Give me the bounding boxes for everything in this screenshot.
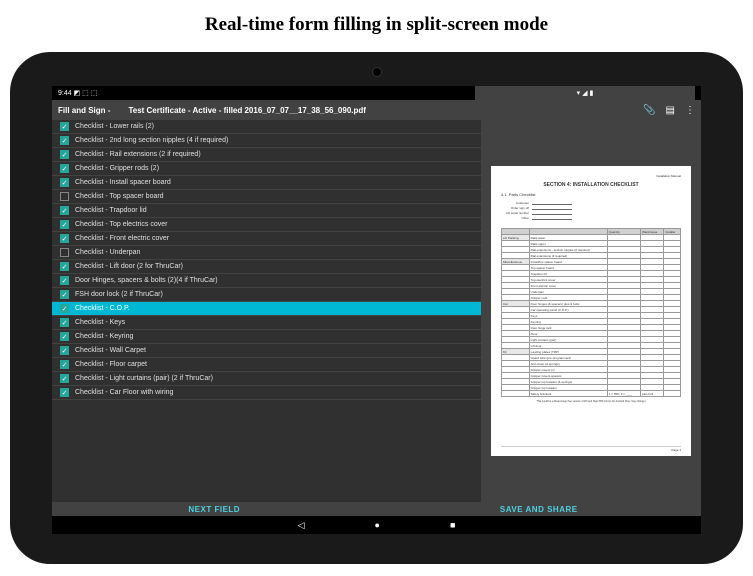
- pdf-disclaimer: This could be a fill-and-sign free versi…: [501, 400, 681, 403]
- checklist-row[interactable]: ✓ FSH door lock (2 if ThruCar): [52, 288, 481, 302]
- checklist-label: FSH door lock (2 if ThruCar): [75, 291, 163, 298]
- checklist-label: Checklist - Top electrics cover: [75, 221, 167, 228]
- pdf-table: QuantityWarehouseInstallerLift PackingRa…: [501, 228, 681, 397]
- checklist-label: Checklist - Lower rails (2): [75, 123, 154, 130]
- checkbox[interactable]: ✓: [60, 234, 69, 243]
- checklist-row[interactable]: ✓ Checklist - Lift door (2 for ThruCar): [52, 260, 481, 274]
- checkbox[interactable]: [60, 192, 69, 201]
- checklist-row[interactable]: Checklist - Underpan: [52, 246, 481, 260]
- checklist-label: Checklist - C.O.P.: [75, 305, 130, 312]
- checklist-row[interactable]: ✓ Checklist - 2nd long section nipples (4…: [52, 134, 481, 148]
- checklist-row[interactable]: ✓ Checklist - Keys: [52, 316, 481, 330]
- checklist-label: Door Hinges, spacers & bolts (2)(4 if Th…: [75, 277, 218, 284]
- checklist-row[interactable]: ✓ Door Hinges, spacers & bolts (2)(4 if T…: [52, 274, 481, 288]
- app-bar: Fill and Sign - Test Certificate - Activ…: [52, 100, 701, 120]
- checklist-label: Checklist - Lift door (2 for ThruCar): [75, 263, 183, 270]
- pdf-form-fields: CustomerOrder sign offLift serial number…: [501, 201, 681, 220]
- document-name: Test Certificate - Active - filled 2016_…: [128, 106, 643, 115]
- checkbox[interactable]: ✓: [60, 360, 69, 369]
- checkbox[interactable]: ✓: [60, 290, 69, 299]
- footer-bar: NEXT FIELD SAVE AND SHARE: [52, 502, 701, 516]
- checklist-panel[interactable]: ✓ Checklist - Lower rails (2) ✓ Checklist -…: [52, 120, 481, 502]
- screen: 9:44 ◩ ⬚ ⬚ ▾ ◢ ▮ Fill and Sign - Test Ce…: [52, 86, 701, 534]
- checkbox[interactable]: ✓: [60, 346, 69, 355]
- checkbox[interactable]: ✓: [60, 318, 69, 327]
- tablet-frame: 9:44 ◩ ⬚ ⬚ ▾ ◢ ▮ Fill and Sign - Test Ce…: [10, 52, 743, 564]
- recents-button[interactable]: ■: [450, 520, 455, 530]
- more-icon[interactable]: ⋮: [685, 105, 695, 116]
- checkbox[interactable]: ✓: [60, 164, 69, 173]
- checkbox[interactable]: ✓: [60, 136, 69, 145]
- checkbox[interactable]: ✓: [60, 276, 69, 285]
- checklist-label: Checklist - Gripper rods (2): [75, 165, 159, 172]
- status-right: ▾ ◢ ▮: [475, 86, 695, 103]
- checklist-label: Checklist - Rail extensions (2 if requir…: [75, 151, 201, 158]
- checklist-label: Checklist - Keyring: [75, 333, 133, 340]
- checkbox[interactable]: ✓: [60, 220, 69, 229]
- checklist-row[interactable]: ✓ Checklist - Keyring: [52, 330, 481, 344]
- content-area: ✓ Checklist - Lower rails (2) ✓ Checklist -…: [52, 120, 701, 502]
- preview-panel[interactable]: Installation Manual SECTION 4: INSTALLAT…: [481, 120, 701, 502]
- pdf-section-title: SECTION 4: INSTALLATION CHECKLIST: [501, 182, 681, 188]
- pdf-page: Installation Manual SECTION 4: INSTALLAT…: [491, 166, 691, 456]
- checklist-label: Checklist - Car Floor with wiring: [75, 389, 173, 396]
- pdf-header-right: Installation Manual: [501, 174, 681, 178]
- checkbox[interactable]: ✓: [60, 150, 69, 159]
- checklist-row[interactable]: ✓ Checklist - Install spacer board: [52, 176, 481, 190]
- checkbox[interactable]: ✓: [60, 304, 69, 313]
- checklist-row[interactable]: ✓ Checklist - Lower rails (2): [52, 120, 481, 134]
- checklist-row[interactable]: ✓ Checklist - Car Floor with wiring: [52, 386, 481, 400]
- checkbox[interactable]: ✓: [60, 388, 69, 397]
- checklist-label: Checklist - Underpan: [75, 249, 140, 256]
- status-bar: 9:44 ◩ ⬚ ⬚ ▾ ◢ ▮: [52, 86, 701, 100]
- checklist-row[interactable]: ✓ Checklist - Rail extensions (2 if requi…: [52, 148, 481, 162]
- checklist-row[interactable]: ✓ Checklist - Trapdoor lid: [52, 204, 481, 218]
- checkbox[interactable]: ✓: [60, 122, 69, 131]
- checkbox[interactable]: [60, 248, 69, 257]
- checklist-row[interactable]: ✓ Checklist - Light curtains (pair) (2 if…: [52, 372, 481, 386]
- pdf-footer: Page 1: [501, 446, 681, 452]
- checklist-label: Checklist - 2nd long section nipples (4 …: [75, 137, 228, 144]
- checklist-row[interactable]: ✓ Checklist - Top electrics cover: [52, 218, 481, 232]
- checklist-label: Checklist - Light curtains (pair) (2 if …: [75, 375, 213, 382]
- checklist-row[interactable]: ✓ Checklist - Floor carpet: [52, 358, 481, 372]
- checkbox[interactable]: ✓: [60, 262, 69, 271]
- checkbox[interactable]: ✓: [60, 374, 69, 383]
- app-title: Fill and Sign -: [58, 106, 110, 115]
- save-share-button[interactable]: SAVE AND SHARE: [377, 502, 702, 516]
- checklist-row[interactable]: Checklist - Top spacer board: [52, 190, 481, 204]
- checkbox[interactable]: ✓: [60, 178, 69, 187]
- back-button[interactable]: ◁: [298, 520, 305, 531]
- checklist-row[interactable]: ✓ Checklist - Gripper rods (2): [52, 162, 481, 176]
- checklist-label: Checklist - Floor carpet: [75, 361, 147, 368]
- checklist-row[interactable]: ✓ Checklist - C.O.P.: [52, 302, 481, 316]
- checkbox[interactable]: ✓: [60, 332, 69, 341]
- checklist-label: Checklist - Keys: [75, 319, 125, 326]
- checklist-label: Checklist - Install spacer board: [75, 179, 171, 186]
- attach-icon[interactable]: 📎: [643, 105, 655, 116]
- pdf-subtitle: 4.1. Parts Checklist: [501, 192, 681, 197]
- next-field-button[interactable]: NEXT FIELD: [52, 502, 377, 516]
- checklist-label: Checklist - Top spacer board: [75, 193, 164, 200]
- checklist-label: Checklist - Wall Carpet: [75, 347, 146, 354]
- checklist-label: Checklist - Front electric cover: [75, 235, 169, 242]
- checklist-row[interactable]: ✓ Checklist - Front electric cover: [52, 232, 481, 246]
- pages-icon[interactable]: ▤: [666, 105, 675, 116]
- status-left: 9:44 ◩ ⬚ ⬚: [58, 89, 97, 97]
- home-button[interactable]: ●: [375, 520, 380, 530]
- checklist-label: Checklist - Trapdoor lid: [75, 207, 147, 214]
- checkbox[interactable]: ✓: [60, 206, 69, 215]
- android-navbar: ◁ ● ■: [52, 516, 701, 534]
- checklist-row[interactable]: ✓ Checklist - Wall Carpet: [52, 344, 481, 358]
- caption: Real-time form filling in split-screen m…: [0, 0, 753, 44]
- camera-dot: [373, 68, 381, 76]
